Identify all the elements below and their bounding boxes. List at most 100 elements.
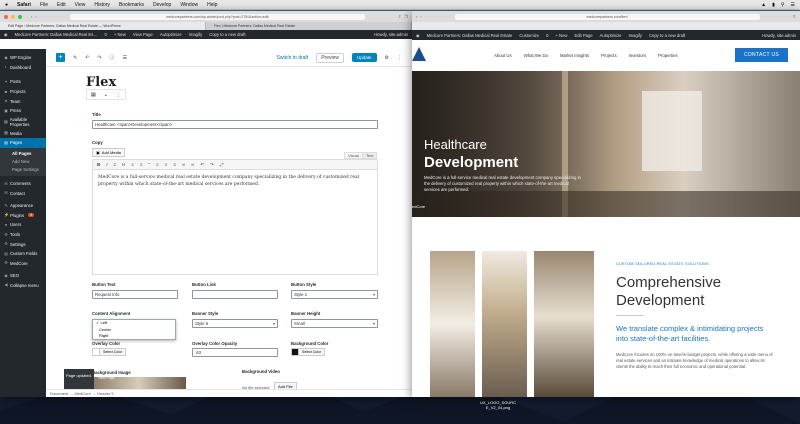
minimize-window-button[interactable] bbox=[11, 14, 15, 19]
admin-bar-site[interactable]: Medcore Partners: Dallas Medical Real Es… bbox=[15, 32, 98, 37]
search-icon[interactable]: ⚲ bbox=[781, 2, 785, 8]
italic-icon[interactable]: I bbox=[106, 162, 107, 167]
back-icon[interactable]: ‹ bbox=[31, 14, 32, 19]
admin-bar-imagify[interactable]: Imagify bbox=[629, 33, 643, 38]
preview-button[interactable]: Preview bbox=[316, 52, 344, 63]
banner-height-select[interactable]: Small ▾ bbox=[291, 319, 378, 328]
undo-icon[interactable]: ↶ bbox=[85, 55, 89, 61]
admin-bar-view[interactable]: View Page bbox=[133, 32, 153, 37]
align-left-icon[interactable]: ≡ bbox=[156, 162, 159, 167]
add-block-button[interactable]: + bbox=[56, 53, 65, 62]
title-input[interactable]: Healthcare <span>Development</span> bbox=[92, 120, 378, 129]
admin-bar-autoptimize[interactable]: Autoptimize bbox=[600, 33, 622, 38]
sidebar-item-press[interactable]: ▣ Press bbox=[0, 106, 46, 116]
app-name[interactable]: Safari bbox=[17, 2, 31, 8]
share-icon[interactable]: ⇧ bbox=[398, 14, 401, 19]
overlay-opacity-input[interactable]: .63 bbox=[192, 348, 278, 357]
menu-icon[interactable]: ☰ bbox=[791, 2, 795, 8]
admin-bar-new[interactable]: + New bbox=[114, 32, 126, 37]
sidebar-item-appearance[interactable]: ✎ Appearance bbox=[0, 201, 46, 211]
sidebar-item-team[interactable]: ● Team bbox=[0, 96, 46, 106]
sidebar-item-settings[interactable]: ⚙ Settings bbox=[0, 239, 46, 249]
admin-bar-howdy[interactable]: Howdy, site.admin bbox=[762, 33, 796, 38]
admin-bar-comments[interactable]: 0 bbox=[105, 32, 107, 37]
button-style-select[interactable]: Style 1 ▾ bbox=[291, 290, 378, 299]
update-button[interactable]: Update bbox=[352, 53, 377, 62]
sidebar-item-custom-fields[interactable]: ▤ Custom Fields bbox=[0, 249, 46, 259]
wifi-icon[interactable]: ▲ bbox=[761, 2, 766, 8]
undo-format-icon[interactable]: ↶ bbox=[200, 162, 204, 168]
content-alignment-dropdown[interactable]: ✓ Left Center Right bbox=[92, 319, 176, 340]
close-window-button[interactable] bbox=[4, 14, 8, 19]
admin-bar-howdy[interactable]: Howdy, site.admin bbox=[374, 32, 408, 37]
admin-bar-autoptimize[interactable]: Autoptimize bbox=[160, 32, 182, 37]
menu-history[interactable]: History bbox=[94, 2, 110, 8]
align-center-icon[interactable]: ≡ bbox=[165, 162, 168, 167]
nav-properties[interactable]: Properties bbox=[658, 53, 678, 58]
tab-flex[interactable]: Flex | Medcore Partners: Dallas Medical … bbox=[206, 22, 412, 30]
back-icon[interactable]: ‹ bbox=[416, 14, 417, 19]
site-logo[interactable] bbox=[412, 41, 426, 63]
admin-bar-imagify[interactable]: Imagify bbox=[189, 32, 203, 37]
nav-what-we-do[interactable]: What We Do bbox=[524, 53, 548, 58]
nav-investors[interactable]: Investors bbox=[629, 53, 646, 58]
link-icon[interactable]: ∞ bbox=[182, 162, 185, 167]
overlay-color-button[interactable]: Select Color bbox=[92, 348, 127, 356]
nav-market-insights[interactable]: Market Insights bbox=[560, 53, 589, 58]
sidebar-item-seo[interactable]: ◉ SEO bbox=[0, 271, 46, 281]
fullscreen-icon[interactable]: ⤢ bbox=[220, 162, 224, 167]
sidebar-item-medcore[interactable]: ⚙ MedCore bbox=[0, 259, 46, 269]
sidebar-item-comments[interactable]: ✉ Comments bbox=[0, 179, 46, 189]
wp-logo-icon[interactable]: ◉ bbox=[416, 33, 420, 38]
sidebar-item-posts[interactable]: ✦ Posts bbox=[0, 77, 46, 87]
desktop-file[interactable]: UX_LOGO_SOURC E_V2_04.png bbox=[474, 400, 522, 410]
quote-icon[interactable]: “ bbox=[149, 162, 151, 167]
address-bar[interactable]: medcorepartners.com/wp-admin/post.php?po… bbox=[69, 13, 366, 20]
tabs-icon[interactable]: ❐ bbox=[404, 14, 408, 19]
sidebar-item-available-properties[interactable]: ▦ Available Properties bbox=[0, 116, 46, 129]
switch-to-draft-link[interactable]: Switch to draft bbox=[277, 55, 309, 61]
sidebar-item-pages[interactable]: ▤ Pages bbox=[0, 138, 46, 148]
sidebar-item-dashboard[interactable]: ◐ Dashboard bbox=[0, 63, 46, 73]
sidebar-sub-add-new[interactable]: Add New bbox=[0, 157, 46, 166]
redo-icon[interactable]: ↷ bbox=[97, 55, 101, 61]
sidebar-item-projects[interactable]: ■ Projects bbox=[0, 87, 46, 97]
edit-icon[interactable]: ✎ bbox=[73, 55, 77, 61]
button-text-input[interactable]: Request Info bbox=[92, 290, 178, 299]
menu-bookmarks[interactable]: Bookmarks bbox=[119, 2, 144, 8]
copy-text[interactable]: MedCore is a full-service medical real e… bbox=[93, 170, 377, 192]
nav-about-us[interactable]: About Us bbox=[494, 53, 512, 58]
sidebar-item-plugins[interactable]: ⚡ Plugins 4 bbox=[0, 211, 46, 221]
admin-bar-customize[interactable]: Customize bbox=[519, 33, 539, 38]
button-link-input[interactable] bbox=[192, 290, 278, 299]
admin-bar-copy[interactable]: Copy to a new draft bbox=[649, 33, 685, 38]
sidebar-item-users[interactable]: ● Users bbox=[0, 220, 46, 230]
menu-file[interactable]: File bbox=[40, 2, 48, 8]
menu-view[interactable]: View bbox=[75, 2, 86, 8]
battery-icon[interactable]: ▮ bbox=[772, 2, 775, 8]
bullet-list-icon[interactable]: ≡ bbox=[131, 162, 134, 167]
number-list-icon[interactable]: ≡ bbox=[140, 162, 143, 167]
banner-style-select[interactable]: Style 5 ▾ bbox=[192, 319, 278, 328]
sidebar-item-wpengine[interactable]: ◆ WP Engine bbox=[0, 53, 46, 63]
forward-icon[interactable]: › bbox=[35, 14, 36, 19]
sidebar-item-contact[interactable]: ✉ Contact bbox=[0, 188, 46, 198]
outline-icon[interactable]: ☰ bbox=[123, 55, 127, 61]
menu-window[interactable]: Window bbox=[180, 2, 198, 8]
sidebar-sub-all-pages[interactable]: All Pages bbox=[0, 149, 46, 158]
admin-bar-comments[interactable]: 0 bbox=[546, 33, 548, 38]
sidebar-item-media[interactable]: ▩ Media bbox=[0, 129, 46, 139]
tab-text[interactable]: Text bbox=[362, 152, 378, 159]
view-page-link[interactable]: View Page bbox=[98, 376, 115, 380]
align-right-icon[interactable]: ≡ bbox=[173, 162, 176, 167]
admin-bar-edit[interactable]: Edit Page bbox=[574, 33, 592, 38]
share-icon[interactable]: ⇧ bbox=[793, 14, 796, 19]
admin-bar-copy[interactable]: Copy to a new draft bbox=[209, 32, 245, 37]
add-media-button[interactable]: ▣ Add Media bbox=[92, 148, 125, 157]
more-options-icon[interactable]: ⋮ bbox=[397, 55, 402, 61]
apple-icon[interactable]: ● bbox=[5, 2, 8, 8]
sidebar-collapse-menu[interactable]: ◀ Collapse menu bbox=[0, 281, 46, 291]
info-icon[interactable]: ⓘ bbox=[110, 54, 115, 61]
tab-edit-page[interactable]: Edit Page ‹ Medcore Partners: Dallas Med… bbox=[0, 22, 206, 30]
block-more-icon[interactable]: ⋮ bbox=[116, 92, 121, 98]
